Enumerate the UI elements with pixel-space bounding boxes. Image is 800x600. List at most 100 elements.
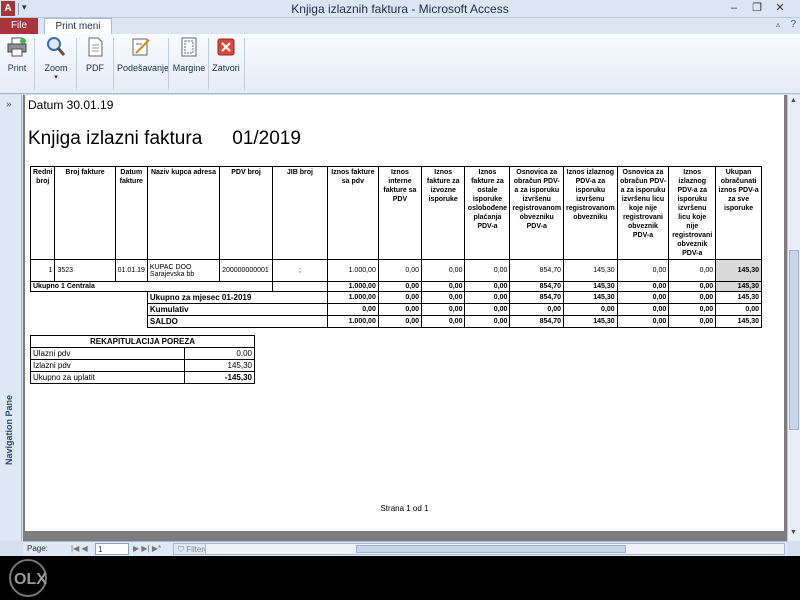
cell-value: 145,30 [563, 259, 618, 282]
cell-value: 0,00 [616, 291, 670, 304]
scroll-down-icon[interactable]: ▼ [790, 529, 797, 536]
recap-row: Izlazni pdv 145,30 [29, 359, 255, 372]
cell-value: 0,00 [464, 315, 511, 328]
page-footer: Strana 1 od 1 [380, 504, 429, 513]
cell-value: 145,30 [715, 291, 762, 304]
cell-value: 1.000,00 [326, 259, 379, 282]
tab-file[interactable]: File [0, 18, 38, 34]
close-preview-icon [217, 38, 235, 56]
cell-empty [31, 304, 148, 316]
first-prev-page-icons[interactable]: |◀ ◀ [71, 544, 88, 553]
report-period: 01/2019 [232, 128, 301, 149]
cell-value: 1.000,00 [326, 291, 379, 304]
report-title: Knjiga izlazni faktura 01/2019 [28, 128, 331, 150]
cell-pdv: 200000000001 [219, 259, 273, 282]
cell-value: 145,30 [715, 259, 762, 282]
zoom-label: Zoom [44, 63, 68, 73]
next-last-page-icons[interactable]: ▶ ▶| ▶* [133, 544, 161, 553]
cell-value: 0,00 [563, 303, 618, 316]
pdf-document-icon [88, 37, 103, 57]
recap-header-row: REKAPITULACIJA POREZA [30, 335, 255, 348]
recap-title: REKAPITULACIJA POREZA [30, 335, 255, 348]
cell-empty [31, 292, 148, 304]
cell-value: 0,00 [420, 303, 466, 316]
scroll-thumb[interactable] [789, 250, 799, 430]
cell-value: 854,70 [509, 259, 565, 282]
cell-value: 145,30 [715, 281, 762, 292]
cell-value: 0,00 [509, 303, 565, 316]
restore-icon[interactable]: ❐ [748, 1, 766, 16]
horizontal-scrollbar[interactable] [205, 543, 785, 555]
help-icon[interactable]: ? [790, 19, 796, 30]
print-button[interactable]: Print [3, 36, 31, 92]
cell-value: 145,30 [563, 291, 618, 304]
recap-value: 145,30 [184, 359, 255, 372]
ribbon-separator [34, 38, 35, 90]
minimize-icon[interactable]: – [725, 1, 743, 16]
margins-button[interactable]: Margine [172, 36, 206, 92]
zoom-button[interactable]: Zoom ▾ [40, 36, 72, 92]
table-row: 1 3523 01.01.19 KUPAC DOO Sarajevska bb … [29, 259, 762, 282]
pdf-button[interactable]: PDF [82, 36, 108, 92]
ribbon-separator [208, 38, 209, 90]
column-header: Iznos izlaznog PDV-a za isporuku izvršen… [668, 166, 717, 260]
cell-value: 0,00 [668, 281, 717, 292]
recap-label: Izlazni pdv [29, 359, 186, 372]
report-page: Datum 30.01.19 Knjiga izlazni faktura 01/… [25, 95, 784, 531]
column-header: Iznos fakture za ostale isporuke oslobođ… [464, 166, 511, 260]
vertical-scrollbar[interactable]: ▲ ▼ [787, 95, 800, 541]
page-setup-button[interactable]: Podešavanje [117, 36, 170, 92]
summary-label: Kumulativ [146, 303, 328, 316]
minimize-ribbon-icon[interactable]: ▵ [776, 20, 780, 29]
cell-value: 0,00 [616, 281, 670, 292]
cell-value: 0,00 [616, 259, 670, 282]
scroll-up-icon[interactable]: ▲ [790, 97, 797, 104]
cell-jib: ; [271, 259, 328, 282]
invoice-table: Redni broj Broj fakture Datum fakture Na… [29, 166, 762, 328]
recap-label: Ulazni pdv [29, 347, 186, 360]
column-header: Iznos fakture sa pdv [326, 166, 379, 260]
table-header-row: Redni broj Broj fakture Datum fakture Na… [29, 166, 762, 260]
column-header: Iznos fakture za izvozne isporuke [420, 166, 466, 260]
column-header: Iznos izlaznog PDV-a za isporuku izvršen… [563, 166, 618, 260]
cell-value: 0,00 [420, 259, 466, 282]
chevron-down-icon: ▾ [54, 74, 58, 81]
cell-value: 145,30 [563, 315, 618, 328]
column-header: Osnovica za obračun PDV-a za isporuku iz… [509, 166, 565, 260]
cell-datum: 01.01.19 [114, 259, 148, 282]
page-setup-icon [132, 38, 150, 56]
table-row: Ukupno za mjesec 01-2019 1.000,00 0,00 0… [31, 291, 762, 304]
cell-value: 0,00 [377, 315, 423, 328]
page-setup-label: Podešavanje [117, 63, 170, 73]
cell-value: 0,00 [668, 315, 717, 328]
close-window-icon[interactable]: ✕ [771, 1, 789, 16]
pdf-label: PDF [86, 63, 104, 73]
cell-value: 1.000,00 [326, 315, 379, 328]
column-header: Broj fakture [54, 166, 116, 260]
column-header: JIB broj [271, 166, 328, 260]
page-number-input[interactable]: 1 [95, 543, 129, 555]
tax-recap-table: REKAPITULACIJA POREZA Ulazni pdv 0,00 Iz… [29, 335, 255, 384]
ribbon-separator [168, 38, 169, 90]
horizontal-scroll-thumb[interactable] [356, 545, 626, 553]
ribbon-separator [244, 38, 245, 90]
cell-value: 0,00 [668, 291, 717, 304]
cell-value: 145,30 [715, 315, 762, 328]
recap-label: Ukupno za uplatit [29, 371, 186, 384]
cell-value: 1.000,00 [326, 281, 379, 292]
ribbon-tabs: File Print meni ▵ ? [0, 18, 800, 34]
summary-label: SALDO [146, 315, 328, 328]
table-row: SALDO 1.000,00 0,00 0,00 0,00 854,70 145… [31, 315, 762, 328]
window-title: Knjiga izlaznih faktura - Microsoft Acce… [291, 2, 509, 16]
recap-value: 0,00 [184, 347, 255, 360]
close-preview-button[interactable]: Zatvori [211, 36, 241, 92]
cell-value: 0,00 [464, 291, 511, 304]
cell-value: 0,00 [377, 303, 423, 316]
cell-value: 145,30 [563, 281, 618, 292]
close-preview-label: Zatvori [212, 63, 240, 73]
tab-print-preview[interactable]: Print meni [44, 18, 112, 34]
expand-nav-pane-icon[interactable]: » [6, 99, 12, 110]
column-header: Datum fakture [114, 166, 148, 260]
cell-value: 0,00 [420, 291, 466, 304]
navigation-pane[interactable]: » Navigation Pane [0, 95, 22, 541]
